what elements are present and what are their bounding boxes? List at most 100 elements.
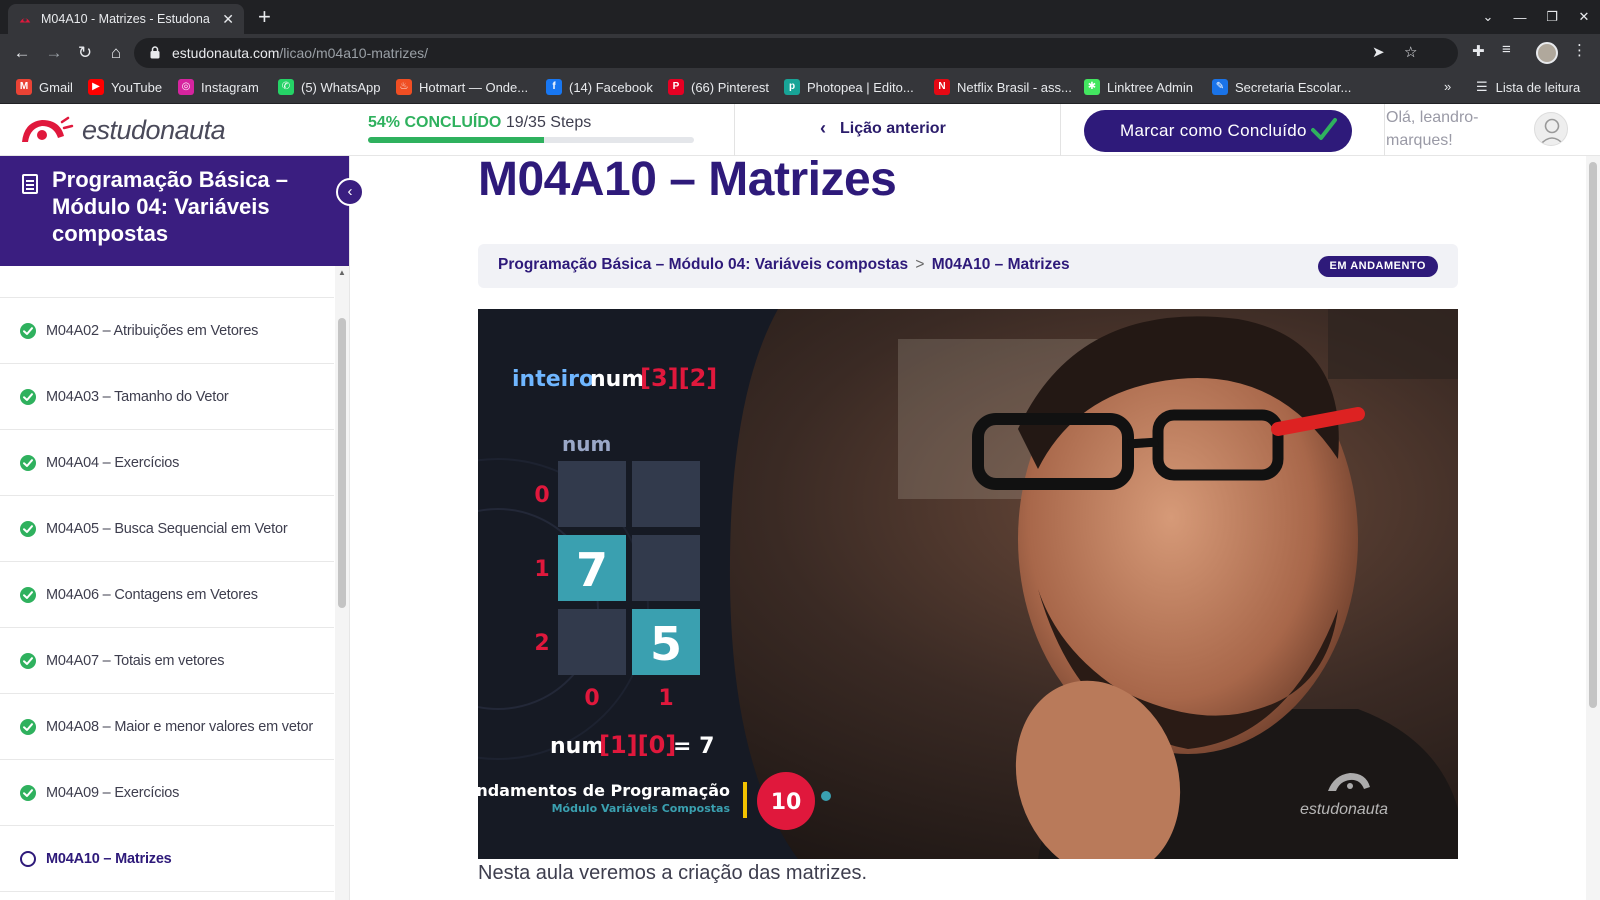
restore-icon[interactable]: ❐ xyxy=(1536,9,1568,25)
mark-complete-button[interactable]: Marcar como Concluído xyxy=(1084,110,1352,152)
extensions-puzzle-icon[interactable]: ✚ xyxy=(1472,42,1485,60)
sidebar-lesson-item[interactable]: M04A05 – Busca Sequencial em Vetor xyxy=(0,496,334,562)
bookmark-gmail[interactable]: M Gmail xyxy=(16,79,73,95)
new-tab-button[interactable]: + xyxy=(258,4,271,30)
bookmark-whatsapp[interactable]: ✆ (5) WhatsApp xyxy=(278,79,380,95)
browser-profile-avatar[interactable] xyxy=(1536,42,1558,64)
progress-percent: 54% CONCLUÍDO xyxy=(368,114,502,131)
video-decl-dims: [3][2] xyxy=(640,364,717,392)
user-greeting: Olá, leandro-marques! xyxy=(1386,109,1479,149)
forward-icon[interactable]: → xyxy=(42,41,66,65)
sidebar-lesson-item[interactable]: M04A03 – Tamanho do Vetor xyxy=(0,364,334,430)
estudonauta-favicon-icon xyxy=(19,18,31,23)
matrix-col-label: 1 xyxy=(658,686,673,711)
sidebar-scrollbar[interactable]: ▲ xyxy=(335,266,349,900)
instagram-icon: ◎ xyxy=(178,79,194,95)
user-avatar[interactable] xyxy=(1534,112,1568,146)
previous-lesson-label: Lição anterior xyxy=(840,119,946,137)
video-matrix-label: num xyxy=(562,432,611,456)
breadcrumb-lesson-link[interactable]: M04A10 – Matrizes xyxy=(932,256,1070,273)
matrix-row-label: 0 xyxy=(534,483,549,508)
sidebar-lesson-item[interactable]: M04A07 – Totais em vetores xyxy=(0,628,334,694)
progress-bar-fill xyxy=(368,137,545,143)
minimize-icon[interactable]: — xyxy=(1504,10,1536,25)
episode-number: 10 xyxy=(771,790,802,815)
sidebar-scroll-thumb[interactable] xyxy=(338,318,346,608)
bookmark-photopea[interactable]: p Photopea | Edito... xyxy=(784,79,914,95)
bookmark-star-icon[interactable]: ☆ xyxy=(1404,43,1417,61)
course-progress: 54% CONCLUÍDO 19/35 Steps xyxy=(368,114,696,143)
sidebar-lesson-label: M04A07 – Totais em vetores xyxy=(46,652,225,669)
bookmark-youtube[interactable]: ▶ YouTube xyxy=(88,79,162,95)
close-tab-icon[interactable]: ✕ xyxy=(222,11,234,28)
matrix-cell xyxy=(558,609,626,675)
pinterest-icon: P xyxy=(668,79,684,95)
breadcrumb: Programação Básica – Módulo 04: Variávei… xyxy=(478,244,1458,288)
tab-title: M04A10 - Matrizes - Estudona xyxy=(41,12,210,26)
bookmark-label: Instagram xyxy=(201,79,259,95)
user-silhouette-icon xyxy=(1539,118,1565,145)
bookmark-linktree[interactable]: ✱ Linktree Admin xyxy=(1084,79,1193,95)
video-watermark: estudonauta xyxy=(1300,801,1388,818)
site-header: estudonauta 54% CONCLUÍDO 19/35 Steps ‹ … xyxy=(0,104,1600,156)
course-title[interactable]: Programação Básica – Módulo 04: Variávei… xyxy=(52,166,322,247)
sidebar-lesson-item[interactable]: M04A06 – Contagens em Vetores xyxy=(0,562,334,628)
sidebar-lesson-label: M04A02 – Atribuições em Vetores xyxy=(46,322,259,339)
sidebar-lesson-item[interactable]: M04A09 – Exercícios xyxy=(0,760,334,826)
complete-check-icon xyxy=(20,454,36,471)
complete-check-icon xyxy=(20,586,36,603)
home-icon[interactable]: ⌂ xyxy=(104,41,128,65)
tab-search-icon[interactable]: ⌄ xyxy=(1472,9,1504,25)
complete-check-icon xyxy=(20,520,36,537)
address-bar[interactable]: estudonauta.com/licao/m04a10-matrizes/ ➤… xyxy=(134,38,1458,68)
lock-icon xyxy=(150,46,160,59)
sidebar-lesson-item[interactable]: M04A10 – Matrizes xyxy=(0,826,334,892)
sidebar-lesson-item[interactable]: M04A04 – Exercícios xyxy=(0,430,334,496)
header-divider xyxy=(1060,104,1061,156)
bookmark-hotmart[interactable]: ♨ Hotmart — Onde... xyxy=(396,79,528,95)
header-divider xyxy=(734,104,735,156)
bookmark-netflix[interactable]: N Netflix Brasil - ass... xyxy=(934,79,1072,95)
whatsapp-icon: ✆ xyxy=(278,79,294,95)
bookmark-instagram[interactable]: ◎ Instagram xyxy=(178,79,259,95)
mark-complete-label: Marcar como Concluído xyxy=(1120,121,1307,140)
url-host: estudonauta.com xyxy=(172,45,280,61)
astronaut-helmet-logo-icon xyxy=(22,116,74,142)
scroll-up-arrow-icon[interactable]: ▲ xyxy=(338,268,346,277)
matrix-cell xyxy=(632,461,700,527)
sidebar-lesson-item[interactable]: M04A08 – Maior e menor valores em vetor xyxy=(0,694,334,760)
previous-lesson-link[interactable]: ‹ Lição anterior xyxy=(820,118,946,139)
secretaria-icon: ✎ xyxy=(1212,79,1228,95)
page-scroll-thumb[interactable] xyxy=(1589,162,1597,708)
bookmark-secretaria[interactable]: ✎ Secretaria Escolar... xyxy=(1212,79,1351,95)
breadcrumb-course-link[interactable]: Programação Básica – Módulo 04: Variávei… xyxy=(498,256,908,273)
sidebar-lesson-item[interactable]: M04A02 – Atribuições em Vetores xyxy=(0,298,334,364)
bookmark-facebook[interactable]: f (14) Facebook xyxy=(546,79,653,95)
bookmark-pinterest[interactable]: P (66) Pinterest xyxy=(668,79,769,95)
browser-tab-active[interactable]: M04A10 - Matrizes - Estudona ✕ xyxy=(8,4,244,34)
estudonauta-logo[interactable]: estudonauta xyxy=(18,114,226,146)
collapse-sidebar-button[interactable]: ‹ xyxy=(336,178,364,206)
bookmarks-bar: M Gmail ▶ YouTube ◎ Instagram ✆ (5) WhatsApp ♨ Ho… xyxy=(0,72,1600,104)
complete-check-icon xyxy=(20,784,36,801)
more-bookmarks-icon[interactable]: » xyxy=(1444,79,1451,94)
reading-list-label: Lista de leitura xyxy=(1495,79,1581,95)
send-tab-icon[interactable]: ➤ xyxy=(1372,43,1385,61)
bookmark-label: Linktree Admin xyxy=(1107,79,1193,95)
url-text: estudonauta.com/licao/m04a10-matrizes/ xyxy=(172,45,428,61)
back-icon[interactable]: ← xyxy=(10,41,34,65)
media-queue-icon[interactable]: ≡ xyxy=(1502,41,1511,58)
window-close-icon[interactable]: ✕ xyxy=(1568,9,1600,25)
in-progress-circle-icon xyxy=(20,850,36,867)
browser-menu-icon[interactable]: ⋮ xyxy=(1572,41,1587,59)
video-series-subtitle: Módulo Variáveis Compostas xyxy=(552,802,731,815)
reload-icon[interactable]: ↻ xyxy=(73,41,97,65)
complete-check-icon xyxy=(20,718,36,735)
list-item[interactable] xyxy=(0,266,334,298)
chevron-left-icon: ‹ xyxy=(820,118,826,138)
video-series-title: Fundamentos de Programação xyxy=(478,781,730,800)
reading-list-button[interactable]: ☰ Lista de leitura xyxy=(1476,79,1580,95)
lesson-video-player[interactable]: inteiro num [3][2] num 0 1 2 7 5 0 1 num [1… xyxy=(478,309,1458,859)
page-scrollbar[interactable] xyxy=(1586,156,1600,900)
complete-check-icon xyxy=(20,652,36,669)
